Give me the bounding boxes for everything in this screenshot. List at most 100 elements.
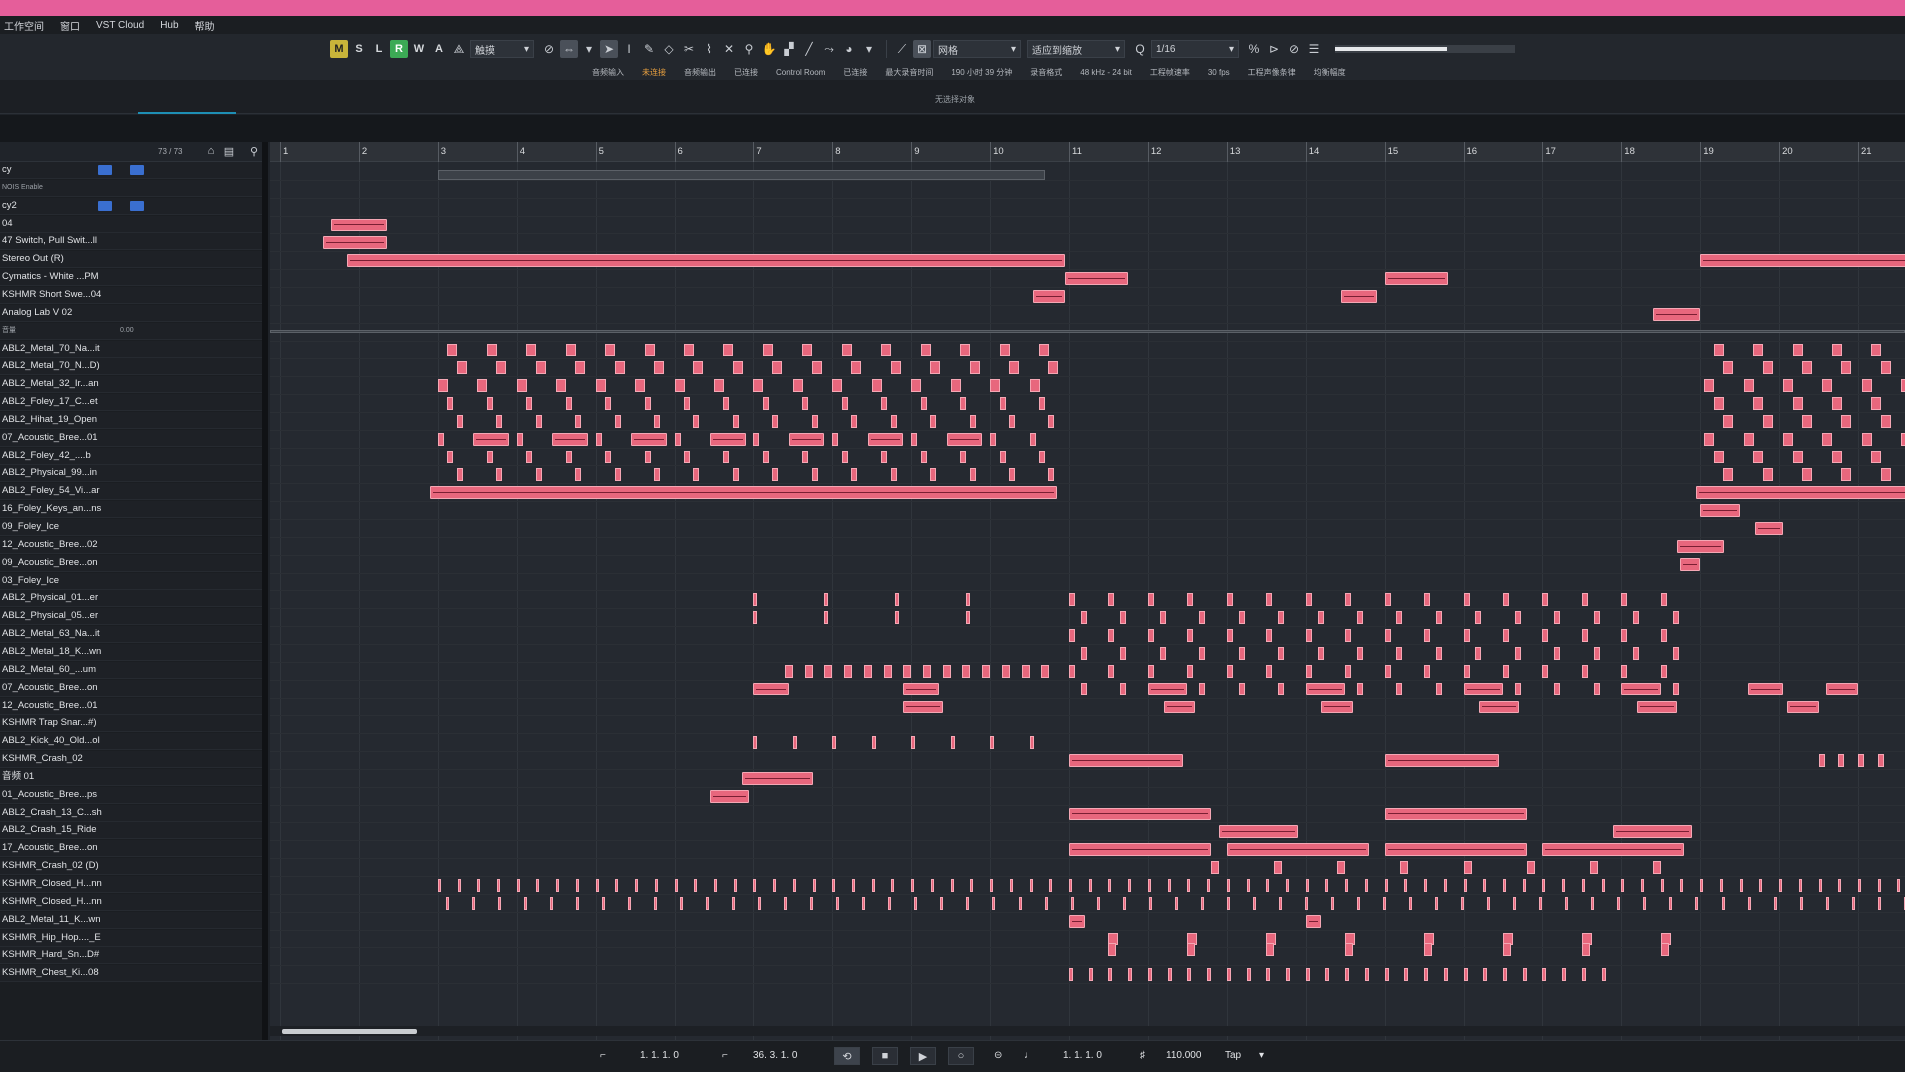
- color-tool-icon[interactable]: ◕: [840, 40, 858, 58]
- track-row[interactable]: KSHMR_Crash_02 (D): [0, 858, 262, 876]
- menu-item-workspace[interactable]: 工作空间: [4, 18, 44, 33]
- audio-event[interactable]: [1861, 432, 1872, 446]
- audio-event[interactable]: [683, 450, 690, 464]
- quantize-apply-icon[interactable]: ⊳: [1265, 40, 1283, 58]
- audio-event[interactable]: [1801, 414, 1812, 428]
- audio-event[interactable]: [1871, 397, 1882, 410]
- audio-event[interactable]: [693, 468, 700, 482]
- audio-event[interactable]: [680, 896, 684, 910]
- audio-event[interactable]: [1424, 629, 1431, 642]
- audio-event[interactable]: [841, 450, 848, 464]
- audio-event[interactable]: [753, 432, 760, 446]
- audio-event[interactable]: [1009, 361, 1020, 375]
- mute-tool-icon[interactable]: ✕: [720, 40, 738, 58]
- audio-event[interactable]: [1207, 968, 1212, 982]
- audio-event[interactable]: [1851, 896, 1855, 910]
- audio-event[interactable]: [1621, 682, 1661, 696]
- audio-event[interactable]: [753, 736, 758, 750]
- right-locator-icon[interactable]: ⌐: [722, 1050, 728, 1061]
- audio-event[interactable]: [1108, 943, 1117, 957]
- audio-event[interactable]: [556, 879, 560, 892]
- audio-event[interactable]: [1120, 646, 1127, 660]
- audio-event[interactable]: [1652, 307, 1701, 321]
- audio-event[interactable]: [1325, 879, 1329, 892]
- audio-event[interactable]: [930, 879, 934, 892]
- audio-event[interactable]: [802, 397, 809, 410]
- audio-event[interactable]: [1424, 943, 1433, 957]
- automation-mode-icon[interactable]: ⟁: [450, 40, 468, 58]
- audio-event[interactable]: [1278, 611, 1285, 625]
- audio-event[interactable]: [437, 879, 441, 892]
- audio-event[interactable]: [627, 896, 631, 910]
- audio-event[interactable]: [1753, 343, 1764, 357]
- audio-event[interactable]: [683, 397, 690, 410]
- time-warp-tool-icon[interactable]: ⤳: [820, 40, 838, 58]
- audio-event[interactable]: [1435, 646, 1442, 660]
- audio-event[interactable]: [762, 343, 773, 357]
- audio-event[interactable]: [1266, 664, 1273, 678]
- audio-event[interactable]: [1041, 664, 1050, 678]
- audio-event[interactable]: [732, 361, 743, 375]
- audio-event[interactable]: [1897, 879, 1901, 892]
- audio-event[interactable]: [644, 397, 651, 410]
- audio-event[interactable]: [962, 664, 971, 678]
- audio-event[interactable]: [575, 414, 582, 428]
- audio-event[interactable]: [762, 450, 769, 464]
- event-grid[interactable]: [270, 162, 1905, 1040]
- track-visibility-icon[interactable]: ▤: [222, 145, 236, 159]
- audio-event[interactable]: [653, 896, 657, 910]
- audio-event[interactable]: [890, 414, 897, 428]
- audio-event[interactable]: [1128, 968, 1133, 982]
- track-row[interactable]: ABL2_Metal_60_...um: [0, 661, 262, 679]
- audio-event[interactable]: [605, 397, 612, 410]
- line-tool-icon[interactable]: ╱: [800, 40, 818, 58]
- audio-event[interactable]: [1818, 754, 1825, 767]
- audio-event[interactable]: [1435, 896, 1439, 910]
- audio-event[interactable]: [535, 414, 542, 428]
- audio-event[interactable]: [871, 879, 875, 892]
- audio-event[interactable]: [1009, 468, 1016, 482]
- audio-event[interactable]: [526, 450, 533, 464]
- audio-event[interactable]: [784, 896, 788, 910]
- audio-event[interactable]: [1700, 254, 1905, 268]
- audio-event[interactable]: [575, 361, 586, 375]
- audio-event[interactable]: [732, 414, 739, 428]
- audio-event[interactable]: [1080, 682, 1087, 696]
- audio-event[interactable]: [429, 486, 1058, 500]
- audio-event[interactable]: [920, 450, 927, 464]
- audio-event[interactable]: [565, 343, 576, 357]
- track-row[interactable]: KSHMR_Hip_Hop...._E: [0, 929, 262, 947]
- listen-toggle[interactable]: L: [370, 40, 388, 58]
- audio-event[interactable]: [456, 414, 463, 428]
- audio-event[interactable]: [1901, 379, 1905, 393]
- audio-event[interactable]: [535, 361, 546, 375]
- audio-event[interactable]: [890, 361, 901, 375]
- track-row[interactable]: Stereo Out (R): [0, 251, 262, 269]
- audio-event[interactable]: [1593, 682, 1600, 696]
- audio-event[interactable]: [1147, 629, 1154, 642]
- audio-event[interactable]: [565, 397, 572, 410]
- audio-event[interactable]: [1305, 682, 1346, 696]
- audio-event[interactable]: [1643, 896, 1647, 910]
- audio-event[interactable]: [516, 379, 527, 393]
- audio-event[interactable]: [1841, 361, 1852, 375]
- audio-event[interactable]: [960, 343, 971, 357]
- audio-event[interactable]: [811, 468, 818, 482]
- track-row[interactable]: KSHMR Short Swe...04: [0, 286, 262, 304]
- audio-event[interactable]: [1065, 272, 1129, 285]
- audio-event[interactable]: [970, 879, 974, 892]
- audio-event[interactable]: [694, 879, 698, 892]
- audio-event[interactable]: [753, 879, 757, 892]
- audio-event[interactable]: [1672, 611, 1679, 625]
- audio-event[interactable]: [1039, 450, 1046, 464]
- track-row[interactable]: ABL2_Crash_15_Ride: [0, 822, 262, 840]
- audio-event[interactable]: [1187, 664, 1194, 678]
- audio-event[interactable]: [930, 414, 937, 428]
- track-row[interactable]: ABL2_Metal_18_K...wn: [0, 643, 262, 661]
- punch-icon[interactable]: ⊝: [994, 1050, 1002, 1061]
- audio-event[interactable]: [1321, 700, 1354, 714]
- audio-event[interactable]: [1841, 414, 1852, 428]
- audio-event[interactable]: [1838, 754, 1845, 767]
- audio-event[interactable]: [1581, 943, 1590, 957]
- audio-event[interactable]: [1838, 879, 1842, 892]
